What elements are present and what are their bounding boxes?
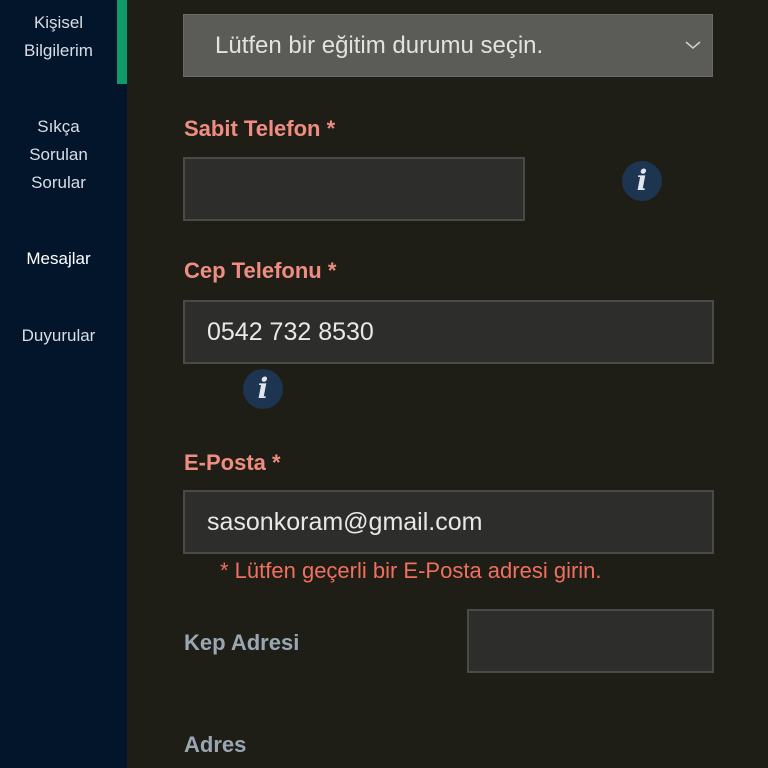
sidebar-item-messages[interactable]: Mesajlar (0, 245, 117, 273)
chevron-down-icon (685, 41, 701, 50)
info-icon-glyph: i (257, 372, 269, 405)
sidebar-item-label: Sorulan (29, 145, 88, 164)
address-label: Adres (184, 732, 247, 757)
education-select[interactable]: Lütfen bir eğitim durumu seçin. (183, 14, 713, 77)
mobile-input[interactable] (183, 300, 714, 364)
email-error-message: * Lütfen geçerli bir E-Posta adresi giri… (220, 558, 602, 583)
sidebar-item-label: Mesajlar (26, 249, 91, 268)
sidebar-item-label: Bilgilerim (24, 41, 93, 60)
landline-input[interactable] (183, 157, 525, 221)
sidebar-item-label: Sıkça (37, 117, 80, 136)
sidebar-item-label: Kişisel (33, 13, 84, 32)
active-indicator (117, 0, 127, 84)
mobile-label: Cep Telefonu * (184, 258, 337, 283)
sidebar-item-faq[interactable]: Sıkça Sorulan Sorular (0, 113, 117, 197)
email-label: E-Posta * (184, 450, 281, 475)
email-input[interactable] (183, 490, 714, 554)
sidebar-item-label: Duyurular (21, 326, 96, 345)
info-icon[interactable]: i (243, 369, 283, 409)
sidebar: Kişisel Bilgilerim Sıkça Sorulan Sorular… (0, 0, 127, 768)
info-icon[interactable]: i (622, 161, 662, 201)
education-select-value: Lütfen bir eğitim durumu seçin. (215, 32, 544, 59)
sidebar-item-personal-info[interactable]: Kişisel Bilgilerim (0, 9, 117, 65)
landline-label: Sabit Telefon * (184, 116, 336, 141)
kep-input[interactable] (467, 609, 714, 673)
sidebar-item-label: Sorular (31, 173, 86, 192)
info-icon-glyph: i (636, 164, 648, 197)
sidebar-item-announcements[interactable]: Duyurular (0, 322, 117, 350)
kep-label: Kep Adresi (184, 630, 300, 655)
